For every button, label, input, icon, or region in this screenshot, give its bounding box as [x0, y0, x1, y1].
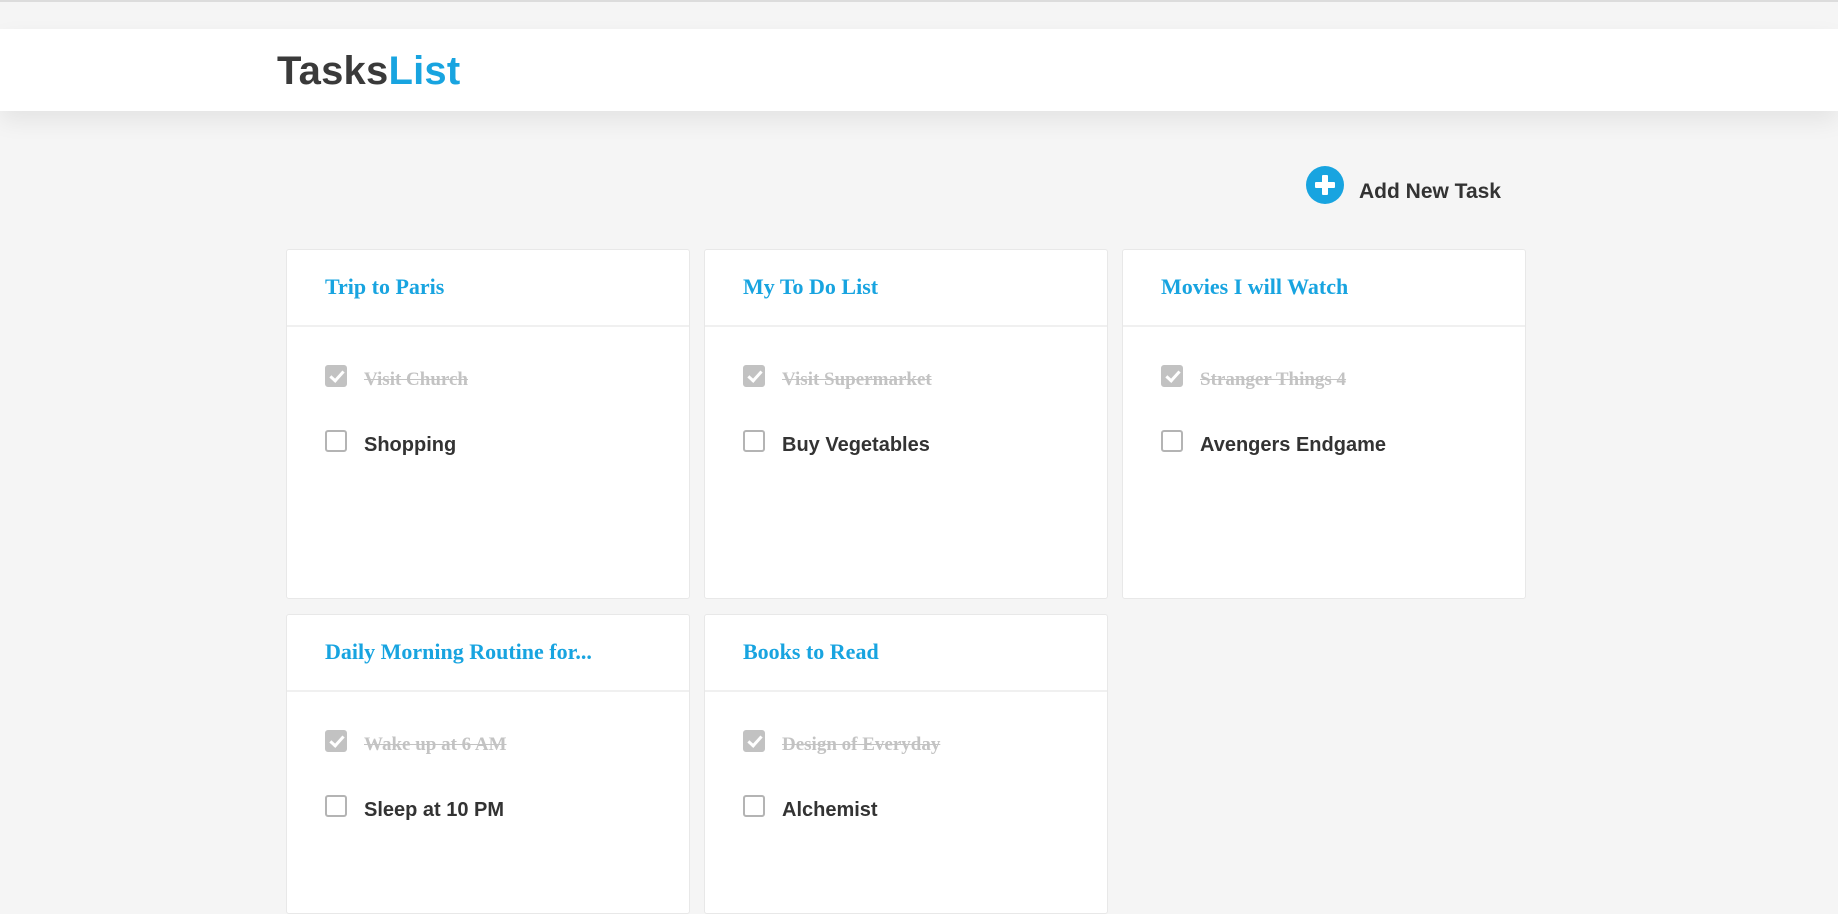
- task-item[interactable]: Stranger Things 4: [1161, 365, 1525, 430]
- task-label: Shopping: [364, 434, 457, 456]
- card-title[interactable]: Movies I will Watch: [1161, 250, 1525, 298]
- task-checkbox-checked[interactable]: [743, 730, 765, 752]
- task-checkbox-checked[interactable]: [1161, 365, 1183, 387]
- task-label: Wake up at 6 AM: [364, 734, 507, 755]
- task-list: Visit Supermarket Buy Vegetables: [705, 327, 1107, 495]
- browser-top-border: [0, 0, 1838, 2]
- add-new-task-button[interactable]: Add New Task: [1306, 165, 1501, 205]
- task-label: Visit Church: [364, 369, 468, 390]
- card-header: Trip to Paris: [287, 250, 689, 327]
- task-list: Design of Everyday Alchemist: [705, 692, 1107, 860]
- task-item[interactable]: Shopping: [325, 430, 689, 495]
- task-checkbox-checked[interactable]: [743, 365, 765, 387]
- task-card: Books to Read Design of Everyday Alchemi…: [704, 614, 1108, 914]
- logo-text-tasks: Tasks: [277, 49, 389, 93]
- app-header: TasksList: [0, 29, 1838, 111]
- task-label: Buy Vegetables: [782, 434, 930, 456]
- task-item[interactable]: Avengers Endgame: [1161, 430, 1525, 495]
- task-checkbox-checked[interactable]: [325, 365, 347, 387]
- task-label: Design of Everyday: [782, 734, 941, 755]
- task-card: Trip to Paris Visit Church Shopping: [286, 249, 690, 599]
- card-title[interactable]: Daily Morning Routine for...: [325, 615, 689, 663]
- task-checkbox[interactable]: [325, 795, 347, 817]
- plus-circle-icon[interactable]: [1306, 166, 1344, 204]
- task-label: Visit Supermarket: [782, 369, 932, 390]
- task-checkbox[interactable]: [1161, 430, 1183, 452]
- task-item[interactable]: Sleep at 10 PM: [325, 795, 689, 860]
- task-item[interactable]: Alchemist: [743, 795, 1107, 860]
- logo-text-list: List: [388, 49, 461, 93]
- task-card: Movies I will Watch Stranger Things 4 Av…: [1122, 249, 1526, 599]
- card-title[interactable]: Books to Read: [743, 615, 1107, 663]
- card-header: Books to Read: [705, 615, 1107, 692]
- task-list: Wake up at 6 AM Sleep at 10 PM: [287, 692, 689, 860]
- task-label: Alchemist: [782, 799, 878, 821]
- task-item[interactable]: Buy Vegetables: [743, 430, 1107, 495]
- task-item[interactable]: Design of Everyday: [743, 730, 1107, 795]
- task-item[interactable]: Visit Supermarket: [743, 365, 1107, 430]
- task-checkbox-checked[interactable]: [325, 730, 347, 752]
- task-checkbox[interactable]: [743, 795, 765, 817]
- task-label: Avengers Endgame: [1200, 434, 1386, 456]
- card-title[interactable]: Trip to Paris: [325, 250, 689, 298]
- task-checkbox[interactable]: [325, 430, 347, 452]
- task-list: Stranger Things 4 Avengers Endgame: [1123, 327, 1525, 495]
- task-item[interactable]: Wake up at 6 AM: [325, 730, 689, 795]
- card-header: Daily Morning Routine for...: [287, 615, 689, 692]
- task-label: Sleep at 10 PM: [364, 799, 505, 821]
- add-new-task-label[interactable]: Add New Task: [1359, 180, 1501, 204]
- task-item[interactable]: Visit Church: [325, 365, 689, 430]
- task-list: Visit Church Shopping: [287, 327, 689, 495]
- card-title[interactable]: My To Do List: [743, 250, 1107, 298]
- task-card: My To Do List Visit Supermarket Buy Vege…: [704, 249, 1108, 599]
- card-header: My To Do List: [705, 250, 1107, 327]
- task-label: Stranger Things 4: [1200, 369, 1347, 390]
- app-logo[interactable]: TasksList: [277, 48, 460, 94]
- task-card: Daily Morning Routine for... Wake up at …: [286, 614, 690, 914]
- task-checkbox[interactable]: [743, 430, 765, 452]
- card-header: Movies I will Watch: [1123, 250, 1525, 327]
